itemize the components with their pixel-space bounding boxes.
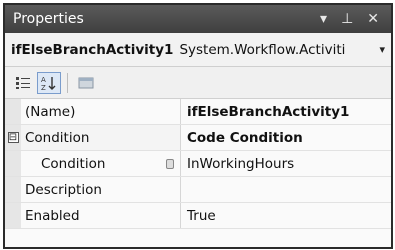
pin-icon[interactable]: ⊥ [341, 11, 353, 27]
collapse-icon[interactable]: ⊟ [7, 132, 19, 143]
property-pages-icon [78, 77, 94, 88]
properties-window: Properties ▾ ⊥ ✕ ifElseBranchActivity1 S… [3, 3, 393, 249]
property-value[interactable]: Code Condition [181, 125, 391, 150]
object-name: ifElseBranchActivity1 [11, 41, 174, 58]
title-bar: Properties ▾ ⊥ ✕ [5, 5, 391, 33]
window-controls: ▾ ⊥ ✕ [320, 11, 391, 27]
alphabetical-button[interactable]: A Z [37, 71, 61, 94]
property-row[interactable]: (Name) ifElseBranchActivity1 [5, 99, 391, 125]
property-name: Condition [21, 125, 181, 150]
property-value[interactable]: ifElseBranchActivity1 [181, 99, 391, 124]
toolbar-separator [67, 72, 68, 93]
property-name: Enabled [21, 203, 181, 228]
property-value[interactable] [181, 177, 391, 202]
property-grid: (Name) ifElseBranchActivity1 ⊟ Condition… [5, 99, 391, 229]
svg-text:Z: Z [41, 84, 46, 91]
property-row[interactable]: Enabled True [5, 203, 391, 229]
property-value[interactable]: InWorkingHours [181, 151, 391, 176]
property-name: Description [21, 177, 181, 202]
object-selector[interactable]: ifElseBranchActivity1 System.Workflow.Ac… [5, 33, 391, 67]
binding-icon[interactable] [166, 158, 174, 169]
chevron-down-icon[interactable]: ▾ [379, 43, 385, 56]
window-dropdown-icon[interactable]: ▾ [320, 11, 327, 27]
property-pages-button[interactable] [74, 72, 98, 94]
alphabetical-icon: A Z [41, 76, 56, 91]
categorized-button[interactable] [11, 72, 35, 94]
property-row[interactable]: Description [5, 177, 391, 203]
property-name: Condition [41, 155, 106, 172]
svg-text:A: A [41, 76, 46, 84]
property-row[interactable]: ⊟ Condition Code Condition [5, 125, 391, 151]
toolbar: A Z [5, 67, 391, 99]
categorized-icon [16, 76, 30, 89]
object-type: System.Workflow.Activiti [179, 41, 346, 58]
close-icon[interactable]: ✕ [367, 11, 379, 27]
property-name: (Name) [21, 99, 181, 124]
property-row[interactable]: Condition InWorkingHours [5, 151, 391, 177]
property-value[interactable]: True [181, 203, 391, 228]
window-title: Properties [13, 11, 84, 27]
